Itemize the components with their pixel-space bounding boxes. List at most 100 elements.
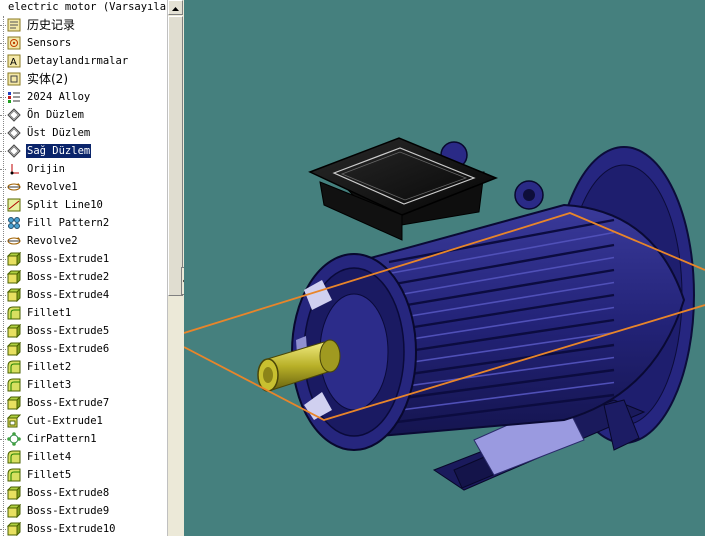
boss-extrude-icon	[7, 504, 21, 518]
boss-extrude-icon	[7, 324, 21, 338]
tree-connector	[0, 331, 6, 332]
tree-item[interactable]: Sağ Düzlem	[0, 142, 167, 160]
tree-item[interactable]: Orijin	[0, 160, 167, 178]
tree-item[interactable]: Fillet3	[0, 376, 167, 394]
tree-item[interactable]: Fillet2	[0, 358, 167, 376]
tree-connector	[0, 529, 6, 530]
tree-item[interactable]: CirPattern1	[0, 430, 167, 448]
tree-item-label: Boss-Extrude2	[27, 271, 110, 283]
tree-item-label: Fill Pattern2	[27, 217, 110, 229]
tree-connector	[0, 115, 6, 116]
tree-connector	[0, 79, 6, 80]
tree-item-label: Üst Düzlem	[27, 127, 91, 139]
tree-connector	[0, 367, 6, 368]
tree-item[interactable]: Split Line10	[0, 196, 167, 214]
arrow-up-icon	[172, 7, 179, 11]
boss-extrude-icon	[7, 288, 21, 302]
tree-item-label: Boss-Extrude6	[27, 343, 110, 355]
tree-item-label: Sağ Düzlem	[26, 144, 92, 158]
tree-connector	[0, 205, 6, 206]
tree-item[interactable]: Fillet1	[0, 304, 167, 322]
fillet-icon	[7, 450, 21, 464]
boss-extrude-icon	[7, 342, 21, 356]
tree-item[interactable]: Fill Pattern2	[0, 214, 167, 232]
tree-item[interactable]: 实体(2)	[0, 70, 167, 88]
scroll-thumb[interactable]	[168, 16, 183, 296]
history-icon	[7, 18, 21, 32]
tree-connector	[0, 403, 6, 404]
electric-motor-model[interactable]	[184, 0, 705, 536]
fillet-icon	[7, 360, 21, 374]
tree-item[interactable]: Sensors	[0, 34, 167, 52]
tree-connector	[0, 169, 6, 170]
tree-connector	[0, 97, 6, 98]
fillet-icon	[7, 378, 21, 392]
annotations-icon: A	[7, 54, 21, 68]
tree-connector	[0, 421, 6, 422]
tree-connector	[0, 313, 6, 314]
tree-item[interactable]: 2024 Alloy	[0, 88, 167, 106]
tree-item[interactable]: Boss-Extrude7	[0, 394, 167, 412]
tree-item-label: Detaylandırmalar	[27, 55, 129, 67]
plane-icon	[7, 126, 21, 140]
circular-pattern-icon	[7, 432, 21, 446]
feature-list: 历史记录 Sensors A Detaylandırmalar 实体(2) 2024 Al…	[0, 16, 167, 536]
tree-connector	[0, 385, 6, 386]
tree-item[interactable]: 历史记录	[0, 16, 167, 34]
sensor-icon	[7, 36, 21, 50]
tree-connector	[0, 349, 6, 350]
tree-item[interactable]: Boss-Extrude10	[0, 520, 167, 536]
fillet-icon	[7, 306, 21, 320]
boss-extrude-icon	[7, 522, 21, 536]
tree-connector	[0, 259, 6, 260]
fill-pattern-icon	[8, 217, 20, 229]
tree-item[interactable]: Cut-Extrude1	[0, 412, 167, 430]
boss-extrude-icon	[7, 252, 21, 266]
tree-item[interactable]: Boss-Extrude6	[0, 340, 167, 358]
feature-manager-tree: electric motor (Varsayılan 历史记录 Sensors A D…	[0, 0, 167, 536]
plane-icon	[7, 108, 21, 122]
tree-item[interactable]: Boss-Extrude1	[0, 250, 167, 268]
boss-extrude-icon	[7, 270, 21, 284]
tree-connector	[0, 241, 6, 242]
tree-item-label: Boss-Extrude5	[27, 325, 110, 337]
split-line-icon	[7, 198, 21, 212]
tree-item-label: 历史记录	[27, 18, 76, 32]
tree-item[interactable]: A Detaylandırmalar	[0, 52, 167, 70]
tree-connector	[0, 295, 6, 296]
tree-connector	[0, 43, 6, 44]
tree-connector	[0, 511, 6, 512]
tree-item[interactable]: Boss-Extrude2	[0, 268, 167, 286]
solid-bodies-icon	[7, 72, 21, 86]
tree-item-label: Sensors	[27, 37, 72, 49]
tree-item-label: 2024 Alloy	[27, 91, 91, 103]
tree-connector	[0, 133, 6, 134]
tree-item[interactable]: Boss-Extrude5	[0, 322, 167, 340]
tree-item[interactable]: Fillet5	[0, 466, 167, 484]
scroll-up-button[interactable]	[168, 0, 183, 15]
tree-connector	[0, 187, 6, 188]
tree-item[interactable]: Boss-Extrude9	[0, 502, 167, 520]
origin-icon	[10, 164, 19, 175]
tree-connector	[0, 457, 6, 458]
fillet-icon	[7, 468, 21, 482]
tree-item[interactable]: Fillet4	[0, 448, 167, 466]
revolve-icon	[7, 183, 21, 191]
tree-item[interactable]: Revolve2	[0, 232, 167, 250]
tree-item-label: CirPattern1	[27, 433, 97, 445]
tree-item-label: Fillet2	[27, 361, 72, 373]
graphics-viewport[interactable]	[184, 0, 705, 536]
tree-connector	[0, 439, 6, 440]
tree-item[interactable]: Boss-Extrude8	[0, 484, 167, 502]
tree-item[interactable]: Revolve1	[0, 178, 167, 196]
tree-item[interactable]: Boss-Extrude4	[0, 286, 167, 304]
tree-item-label: Boss-Extrude4	[27, 289, 110, 301]
tree-item[interactable]: Üst Düzlem	[0, 124, 167, 142]
tree-connector	[0, 223, 6, 224]
tree-connector	[0, 475, 6, 476]
plane-icon	[7, 144, 21, 158]
tree-connector	[0, 151, 6, 152]
tree-item[interactable]: Ön Düzlem	[0, 106, 167, 124]
tree-item-label: Fillet1	[27, 307, 72, 319]
tree-root-label[interactable]: electric motor (Varsayılan	[8, 0, 167, 16]
